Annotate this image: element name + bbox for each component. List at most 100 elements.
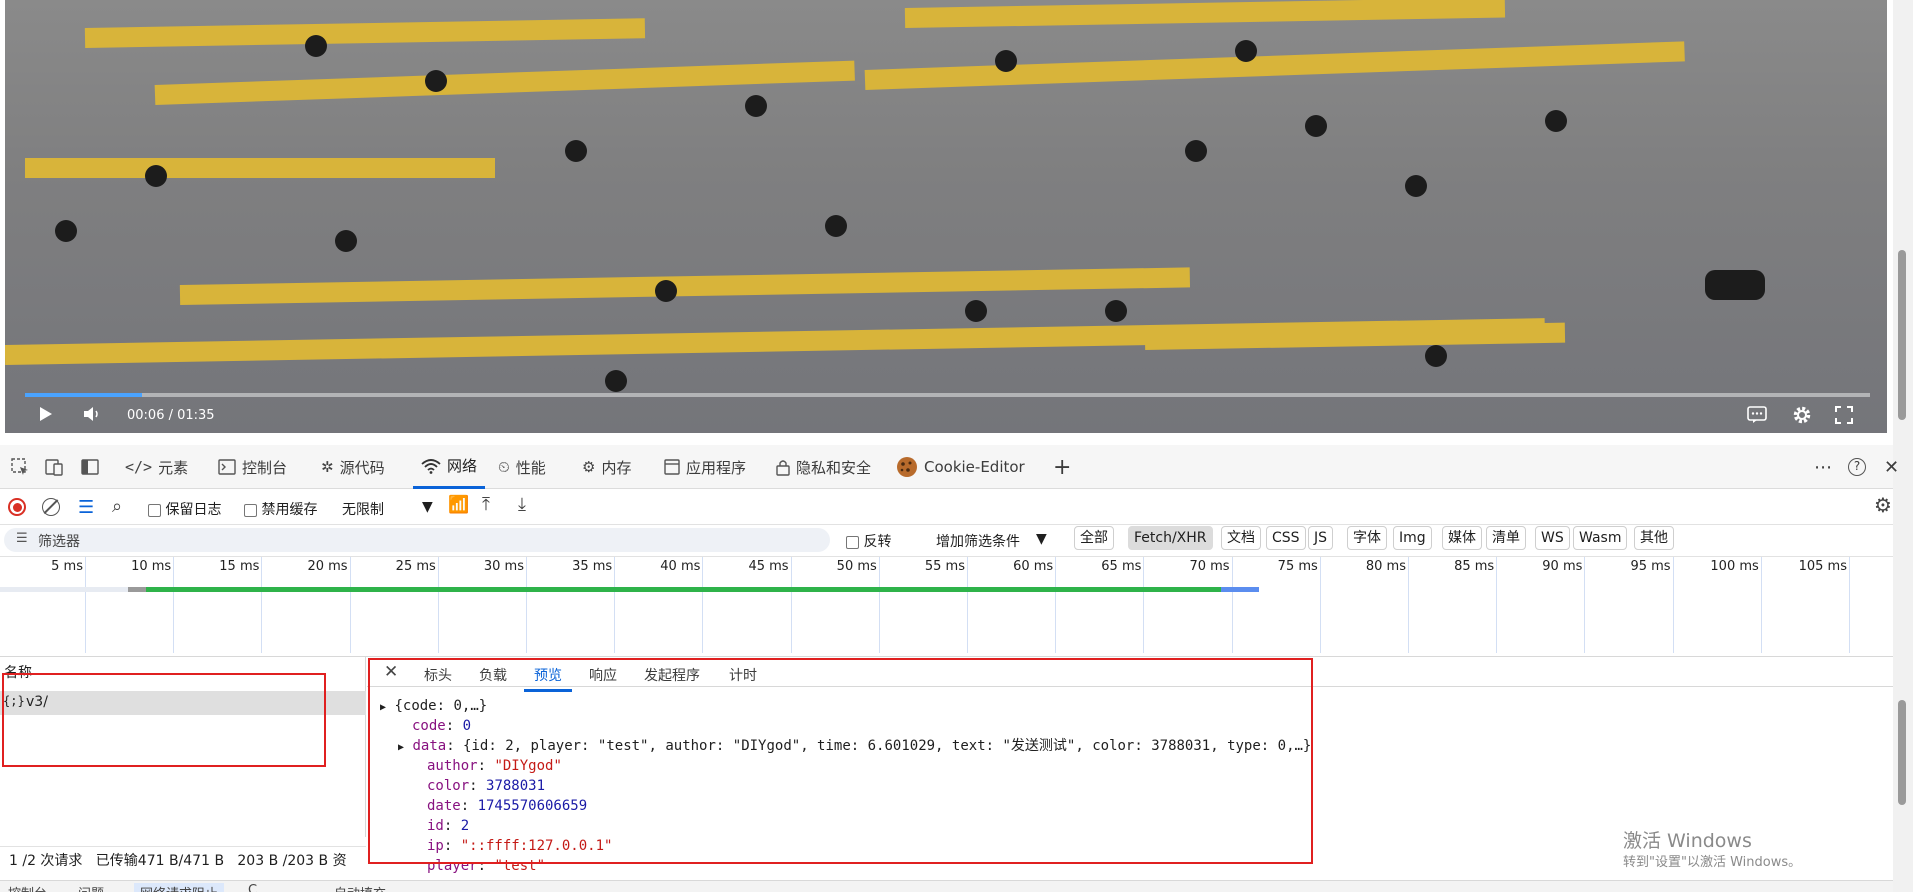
tab-label: Cookie-Editor — [924, 458, 1025, 476]
disable-cache-checkbox[interactable]: 禁用缓存 — [244, 499, 317, 519]
timeline-tick-label: 55 ms — [924, 559, 965, 574]
timeline-gridline — [85, 557, 86, 653]
timeline-gridline — [1584, 557, 1586, 653]
windows-watermark-subtitle: 转到"设置"以激活 Windows。 — [1623, 855, 1802, 870]
page-scrollbar-thumb[interactable] — [1898, 250, 1906, 420]
filter-chip-0[interactable]: 全部 — [1074, 526, 1114, 550]
device-toolbar-button[interactable] — [36, 445, 72, 489]
timeline-gridline — [349, 557, 351, 653]
timeline-bar-download — [146, 587, 1221, 592]
tab-privacy-security[interactable]: 隐私和安全 — [768, 445, 879, 489]
filter-chip-8[interactable]: 清单 — [1486, 526, 1526, 550]
dock-side-button[interactable] — [72, 445, 108, 489]
filter-chip-5[interactable]: 字体 — [1347, 526, 1387, 550]
network-conditions-button[interactable]: 📶 — [448, 495, 469, 515]
timeline-gridline — [790, 557, 792, 653]
network-timeline[interactable]: 5 ms 10 ms 15 ms 20 ms 25 ms 30 ms 35 ms 40 ms 4… — [0, 557, 1893, 657]
throttle-select[interactable]: 无限制 ▼ — [342, 499, 442, 519]
cookie-icon — [896, 456, 918, 478]
export-har-button[interactable]: ⤓ — [518, 494, 526, 515]
timeline-tick-label: 100 ms — [1710, 559, 1759, 574]
application-icon — [664, 459, 680, 475]
add-tab-button[interactable]: + — [1045, 445, 1079, 489]
record-icon — [12, 502, 22, 512]
filter-chip-1[interactable]: Fetch/XHR — [1128, 526, 1213, 550]
tab-sources[interactable]: ✲ 源代码 — [313, 445, 393, 489]
timeline-gridline — [614, 557, 616, 653]
tab-label: 应用程序 — [686, 458, 747, 477]
filter-chip-9[interactable]: WS — [1535, 526, 1570, 550]
preserve-log-label: 保留日志 — [165, 502, 222, 518]
timeline-gridline — [1408, 557, 1409, 653]
volume-icon — [84, 407, 98, 421]
tab-performance[interactable]: ⏲ 性能 — [490, 445, 554, 489]
filter-chip-10[interactable]: Wasm — [1573, 526, 1628, 550]
inspect-element-button[interactable] — [2, 445, 38, 489]
tab-cookie-editor[interactable]: Cookie-Editor — [888, 445, 1033, 489]
screen: 00:06 / 01:35 </> 元素 控制台 ✲ 源代码 网络 ⏲ 性能 ⚙… — [0, 0, 1913, 892]
preserve-log-checkbox[interactable]: 保留日志 — [148, 499, 221, 519]
timeline-tick-label: 70 ms — [1189, 559, 1230, 574]
search-button[interactable]: ⌕ — [112, 496, 122, 517]
performance-icon: ⏲ — [498, 458, 510, 476]
more-filters-dropdown[interactable]: 增加筛选条件 ▼ — [936, 531, 1056, 551]
settings-button[interactable] — [1792, 405, 1812, 431]
timeline-tick-label: 80 ms — [1365, 559, 1406, 574]
code-icon: </> — [125, 458, 153, 476]
tab-memory[interactable]: ⚙ 内存 — [574, 445, 639, 489]
filter-input[interactable]: ☰ 筛选器 — [4, 528, 830, 552]
invert-label: 反转 — [863, 534, 892, 550]
tab-application[interactable]: 应用程序 — [656, 445, 754, 489]
timeline-tick-label: 15 ms — [219, 559, 260, 574]
filter-chip-6[interactable]: Img — [1393, 526, 1432, 550]
network-settings-button[interactable]: ⚙ — [1874, 493, 1892, 517]
timeline-gridline — [1055, 557, 1057, 653]
panel-scrollbar-thumb[interactable] — [1898, 700, 1906, 805]
timeline-bar-idle — [0, 587, 130, 592]
filter-chip-3[interactable]: CSS — [1266, 526, 1306, 550]
timeline-gridline — [437, 557, 439, 653]
drawer-tab-2[interactable]: 网络请求阻止 — [134, 883, 225, 892]
drawer-tab-1[interactable]: 问题 — [78, 883, 104, 892]
clear-button[interactable] — [42, 498, 60, 516]
fullscreen-button[interactable] — [1835, 406, 1853, 430]
timeline-gridline — [1496, 557, 1498, 653]
tab-label: 网络 — [447, 457, 478, 475]
danmaku-button[interactable] — [1747, 406, 1767, 430]
close-devtools-button[interactable]: ✕ — [1876, 445, 1907, 489]
volume-button[interactable] — [83, 406, 101, 428]
filter-toggle-button[interactable]: ☰ — [78, 497, 94, 518]
filter-lines-icon: ☰ — [16, 531, 28, 546]
timeline-tick-label: 10 ms — [131, 559, 172, 574]
drawer-tab-3[interactable]: C... — [248, 883, 269, 892]
drawer-tab-0[interactable]: 控制台 — [8, 883, 47, 892]
lock-icon — [776, 458, 790, 476]
filter-chip-2[interactable]: 文档 — [1221, 526, 1261, 550]
filter-chip-7[interactable]: 媒体 — [1442, 526, 1482, 550]
help-button[interactable]: ? — [1840, 445, 1874, 489]
timeline-gridline — [1760, 557, 1762, 653]
timeline-gridline — [526, 557, 527, 653]
drawer-tab-4[interactable]: 自动填充 — [334, 883, 386, 892]
timeline-tick-label: 45 ms — [748, 559, 789, 574]
tab-label: 内存 — [601, 458, 632, 477]
timeline-tick-label: 25 ms — [395, 559, 436, 574]
invert-checkbox[interactable]: 反转 — [846, 531, 891, 551]
annotation-box-request — [2, 673, 326, 767]
timeline-tick-label: 5 ms — [51, 559, 83, 574]
tab-network[interactable]: 网络 — [413, 445, 486, 489]
play-button[interactable] — [39, 406, 53, 428]
import-har-button[interactable]: ⤒ — [482, 494, 490, 515]
filter-chip-4[interactable]: JS — [1308, 526, 1334, 550]
record-button[interactable] — [8, 498, 26, 516]
more-options-button[interactable]: ⋯ — [1806, 445, 1840, 489]
filter-chip-11[interactable]: 其他 — [1634, 526, 1674, 550]
checkbox-icon — [244, 503, 257, 517]
video-progress-bar[interactable] — [25, 393, 1870, 397]
tab-console[interactable]: 控制台 — [210, 445, 295, 489]
disable-cache-label: 禁用缓存 — [261, 502, 318, 518]
plus-icon: + — [1053, 454, 1072, 480]
tab-elements[interactable]: </> 元素 — [117, 445, 196, 489]
video-player[interactable]: 00:06 / 01:35 — [5, 0, 1887, 433]
timeline-tick-label: 105 ms — [1798, 559, 1847, 574]
